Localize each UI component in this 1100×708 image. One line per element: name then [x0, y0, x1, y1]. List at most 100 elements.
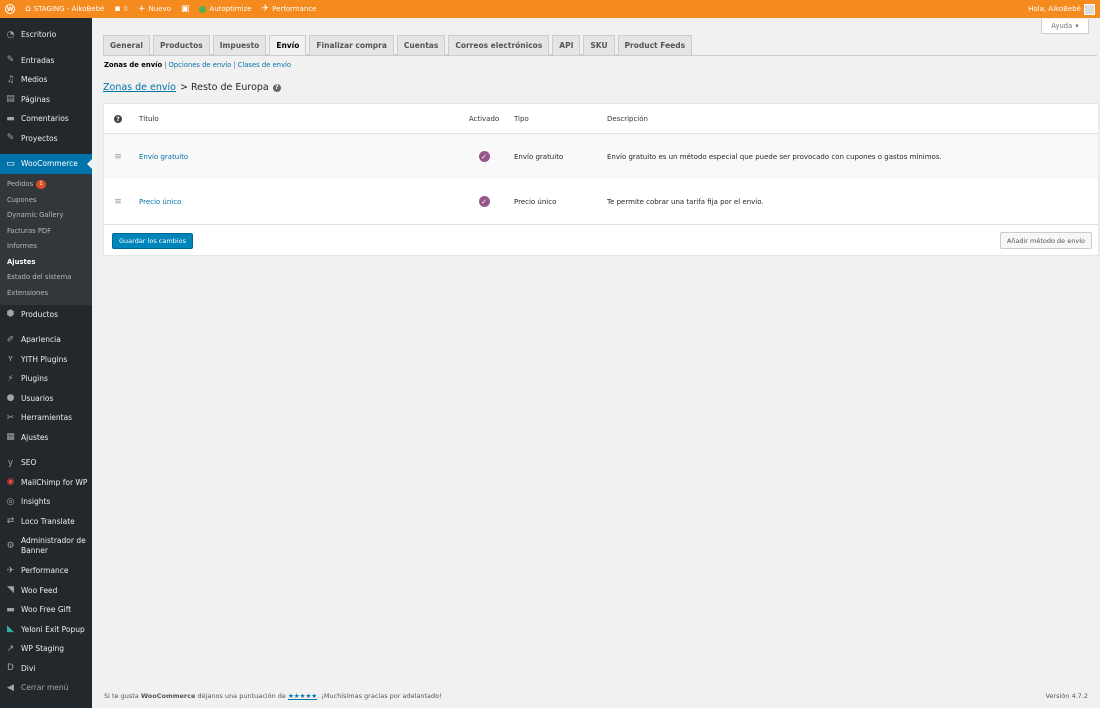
- site-name-link[interactable]: ⌂ STAGING - AikoBebé: [20, 0, 109, 18]
- orders-count-badge: 1: [36, 179, 46, 189]
- version-text: Versión 4.7.2: [1045, 692, 1088, 700]
- submenu-orders[interactable]: Pedidos 1: [0, 177, 92, 193]
- enabled-check-icon[interactable]: ✓: [478, 151, 490, 162]
- gift-icon: ▬: [6, 604, 15, 615]
- caret-down-icon: ▾: [1075, 22, 1079, 30]
- menu-yith-plugins[interactable]: ʏ YITH Plugins: [0, 350, 92, 370]
- tab-accounts[interactable]: Cuentas: [396, 35, 446, 55]
- new-content-menu[interactable]: + Nuevo: [133, 0, 176, 18]
- gear-icon: ⚙: [6, 541, 15, 551]
- menu-loco-translate[interactable]: ⇄ Loco Translate: [0, 512, 92, 532]
- page-title: Zonas de envío > Resto de Europa ?: [103, 82, 281, 93]
- cache-menu[interactable]: ▣: [176, 0, 195, 18]
- menu-mailchimp[interactable]: ◉ MailChimp for WP: [0, 473, 92, 493]
- tab-shipping[interactable]: Envío: [269, 35, 307, 55]
- menu-woocommerce[interactable]: ▭ WooCommerce: [0, 154, 92, 174]
- menu-pages[interactable]: ▤ Páginas: [0, 90, 92, 110]
- subnav-options[interactable]: Opciones de envío: [168, 61, 231, 69]
- menu-yeloni-popup[interactable]: ◣ Yeloni Exit Popup: [0, 620, 92, 640]
- menu-plugins[interactable]: ⚡ Plugins: [0, 369, 92, 389]
- menu-woo-feed[interactable]: ◥ Woo Feed: [0, 581, 92, 601]
- method-type: Envío gratuito: [514, 152, 564, 161]
- table-row: ≡ Precio único ✓ Precio único Te permite…: [104, 179, 1098, 224]
- performance-icon: ✈: [261, 3, 270, 14]
- wp-logo-menu[interactable]: W: [0, 0, 20, 18]
- help-icon[interactable]: ?: [114, 115, 122, 123]
- plugin-icon: ⚡: [7, 373, 14, 384]
- enabled-check-icon[interactable]: ✓: [478, 196, 490, 207]
- insights-icon: ◎: [6, 496, 15, 507]
- menu-products[interactable]: ⬢ Productos: [0, 305, 92, 325]
- menu-comments[interactable]: ▬ Comentarios: [0, 109, 92, 129]
- divi-icon: D: [7, 663, 14, 674]
- submenu-reports[interactable]: Informes: [0, 239, 92, 255]
- collapse-icon: ◀: [7, 682, 14, 693]
- save-changes-button[interactable]: Guardar los cambios: [112, 233, 193, 249]
- tab-tax[interactable]: Impuesto: [212, 35, 267, 55]
- rating-stars-link[interactable]: ★★★★★: [288, 692, 317, 700]
- subnav-classes[interactable]: Clases de envío: [238, 61, 291, 69]
- pin-icon: ✎: [6, 133, 15, 144]
- submenu-coupons[interactable]: Cupones: [0, 192, 92, 208]
- method-type: Precio único: [514, 197, 557, 206]
- help-icon[interactable]: ?: [272, 83, 281, 92]
- subnav-zones[interactable]: Zonas de envío: [104, 61, 162, 69]
- comments-link[interactable]: ▪ 0: [109, 0, 133, 18]
- submenu-system-status[interactable]: Estado del sistema: [0, 270, 92, 286]
- brush-icon: ✐: [6, 334, 15, 345]
- admin-sidebar: ◔ Escritorio ✎ Entradas ♫ Medios ▤ Páginas ▬…: [0, 18, 92, 708]
- menu-media[interactable]: ♫ Medios: [0, 70, 92, 90]
- page-icon: ▤: [6, 94, 15, 105]
- zone-name: > Resto de Europa: [179, 82, 269, 93]
- menu-wp-staging[interactable]: ↗ WP Staging: [0, 639, 92, 659]
- performance-menu[interactable]: ✈ Performance: [257, 0, 322, 18]
- comment-icon: ▬: [6, 113, 15, 124]
- drag-handle-icon[interactable]: ≡: [113, 197, 123, 207]
- menu-insights[interactable]: ◎ Insights: [0, 492, 92, 512]
- menu-projects[interactable]: ✎ Proyectos: [0, 129, 92, 149]
- tab-emails[interactable]: Correos electrónicos: [448, 35, 550, 55]
- col-enabled: Activado: [468, 114, 500, 123]
- submenu-settings[interactable]: Ajustes: [0, 254, 92, 270]
- menu-performance[interactable]: ✈ Performance: [0, 561, 92, 581]
- tab-product-feeds[interactable]: Product Feeds: [617, 35, 693, 55]
- menu-seo[interactable]: y SEO: [0, 453, 92, 473]
- help-tab-button[interactable]: Ayuda ▾: [1041, 19, 1089, 34]
- submenu-invoices[interactable]: Facturas PDF: [0, 223, 92, 239]
- menu-users[interactable]: ● Usuarios: [0, 389, 92, 409]
- menu-banner-admin[interactable]: ⚙ Administrador de Banner: [0, 531, 92, 561]
- col-type: Tipo: [514, 114, 529, 123]
- method-title-link[interactable]: Envío gratuito: [139, 153, 188, 161]
- menu-tools[interactable]: ✂ Herramientas: [0, 408, 92, 428]
- method-description: Envío gratuito es un método especial que…: [607, 152, 942, 161]
- performance-icon: ✈: [6, 565, 15, 576]
- tab-checkout[interactable]: Finalizar compra: [309, 35, 394, 55]
- staging-icon: ↗: [6, 643, 15, 654]
- menu-divi[interactable]: D Divi: [0, 659, 92, 679]
- user-icon: ●: [6, 393, 15, 404]
- tab-general[interactable]: General: [103, 35, 150, 55]
- menu-dashboard[interactable]: ◔ Escritorio: [0, 25, 92, 45]
- menu-woo-free-gift[interactable]: ▬ Woo Free Gift: [0, 600, 92, 620]
- pin-icon: ✎: [6, 55, 15, 66]
- add-shipping-method-button[interactable]: Añadir método de envío: [999, 232, 1092, 249]
- col-description: Descripción: [607, 114, 648, 123]
- tab-products[interactable]: Productos: [153, 35, 210, 55]
- shipping-subnav: Zonas de envío | Opciones de envío | Cla…: [104, 61, 292, 69]
- menu-posts[interactable]: ✎ Entradas: [0, 51, 92, 71]
- dashboard-icon: ◔: [6, 29, 15, 40]
- cache-icon: ▣: [180, 3, 190, 14]
- method-title-link[interactable]: Precio único: [139, 198, 181, 206]
- zones-breadcrumb-link[interactable]: Zonas de envío: [103, 82, 176, 93]
- drag-handle-icon[interactable]: ≡: [113, 152, 123, 162]
- menu-settings[interactable]: ▦ Ajustes: [0, 428, 92, 448]
- submenu-dynamic-gallery[interactable]: Dynamic Gallery: [0, 208, 92, 224]
- autoptimize-menu[interactable]: Autoptimize: [194, 0, 256, 18]
- menu-appearance[interactable]: ✐ Apariencia: [0, 330, 92, 350]
- collapse-menu-button[interactable]: ◀ Cerrar menú: [0, 678, 92, 698]
- tab-sku[interactable]: SKU: [583, 35, 615, 55]
- settings-icon: ▦: [6, 432, 15, 443]
- submenu-extensions[interactable]: Extensiones: [0, 285, 92, 301]
- tab-api[interactable]: API: [552, 35, 581, 55]
- my-account-menu[interactable]: Hola, AikoBebé: [1023, 0, 1100, 18]
